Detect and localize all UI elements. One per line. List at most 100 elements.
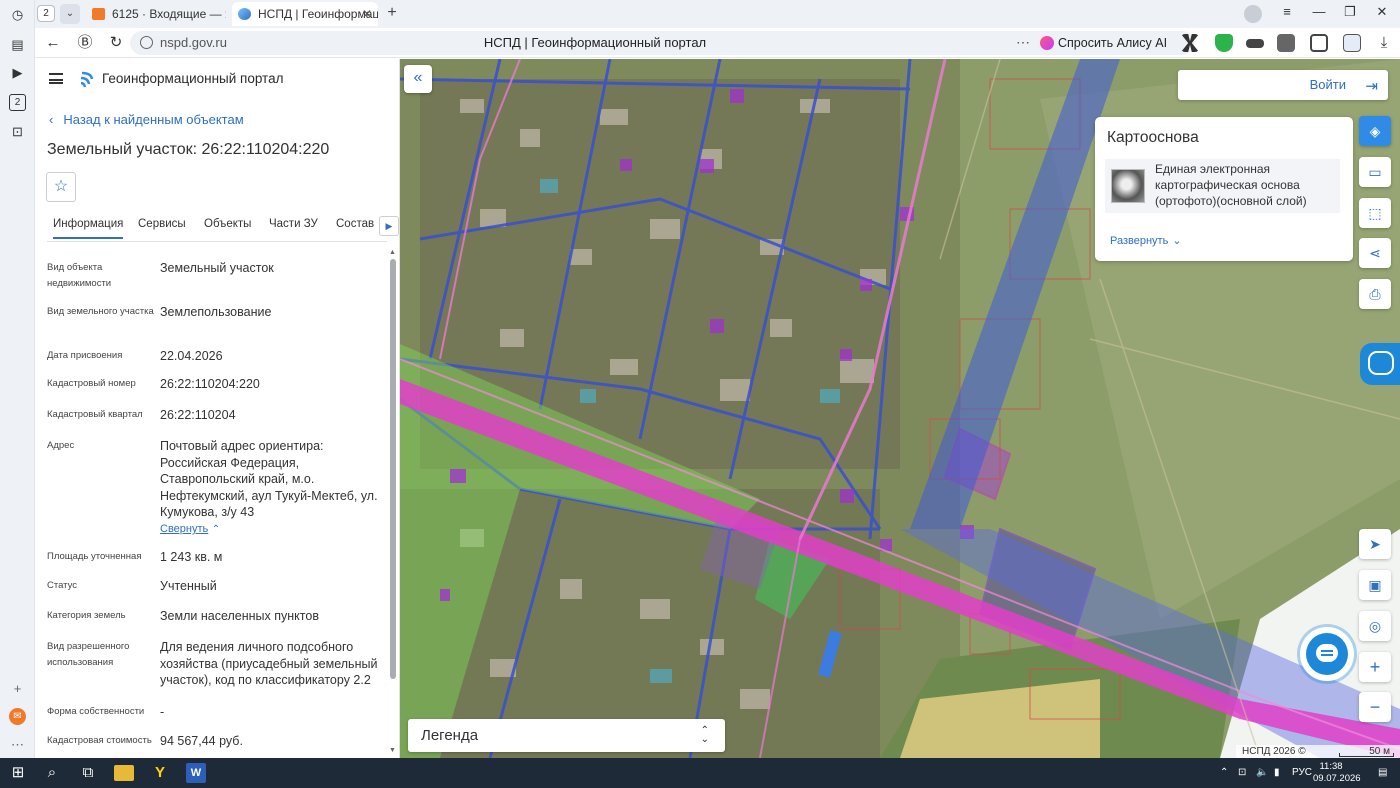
select-area-icon: ⬚ bbox=[1368, 205, 1382, 221]
search-icon[interactable]: ⌕ bbox=[42, 763, 62, 783]
legend-label: Легенда bbox=[421, 727, 479, 744]
tab-title: НСПД | Геоинформационный bbox=[258, 7, 378, 21]
browser-sidebar: ◷ ▤ ▶ 2 ⊡ + ✉ ⋯ bbox=[0, 0, 35, 758]
menu-icon[interactable]: ≡ bbox=[1277, 4, 1297, 19]
volume-icon[interactable]: 🔈 bbox=[1256, 758, 1268, 788]
share-button[interactable]: ⋖ bbox=[1359, 238, 1391, 268]
more-actions-icon[interactable]: ⋯ bbox=[1016, 31, 1030, 53]
basemap-thumbnail bbox=[1111, 169, 1145, 203]
network-icon[interactable]: ▮ bbox=[1274, 758, 1280, 788]
chat-button[interactable] bbox=[1300, 627, 1354, 681]
tab-services[interactable]: Сервисы bbox=[138, 218, 186, 230]
tab-parts[interactable]: Части ЗУ bbox=[269, 218, 318, 230]
tab-dropdown-icon[interactable]: ⌄ bbox=[60, 4, 80, 24]
notifications-icon[interactable]: ▤ bbox=[1378, 758, 1387, 788]
screenshot-icon[interactable]: ⊡ bbox=[9, 123, 26, 140]
extension-icon[interactable] bbox=[1310, 34, 1328, 52]
login-button[interactable]: Войти ⇥ bbox=[1178, 70, 1388, 100]
alice-icon bbox=[1040, 36, 1054, 50]
chevron-up-icon: ⌃ bbox=[211, 524, 221, 535]
scrollbar-thumb[interactable] bbox=[390, 259, 396, 679]
extension-icon[interactable] bbox=[1246, 39, 1264, 48]
back-link-label: Назад к найденным объектам bbox=[63, 112, 244, 127]
attribute-value: - bbox=[160, 705, 165, 719]
collapse-address-link[interactable]: Свернуть ⌃ bbox=[160, 520, 385, 539]
tab-count-icon[interactable]: 2 bbox=[9, 94, 26, 111]
minimap-button[interactable]: ▣ bbox=[1359, 570, 1391, 600]
windows-start-icon[interactable]: ⊞ bbox=[8, 763, 28, 783]
tab-nspd[interactable]: НСПД | Геоинформационный ✕ bbox=[232, 2, 378, 26]
downloads-icon[interactable]: ⤓ bbox=[1375, 34, 1393, 52]
mail-icon[interactable]: ✉ bbox=[9, 708, 26, 725]
locate-button[interactable]: ➤ bbox=[1359, 529, 1391, 559]
basemap-item-label: Единая электронная картографическая осно… bbox=[1155, 162, 1307, 208]
zoom-out-button[interactable]: − bbox=[1359, 692, 1391, 722]
more-icon[interactable]: ⋯ bbox=[9, 736, 26, 753]
restore-icon[interactable]: ❐ bbox=[1340, 4, 1360, 20]
minimize-icon[interactable]: — bbox=[1309, 4, 1329, 19]
legend-dropdown[interactable]: Легенда ⌃ ⌄ bbox=[408, 719, 725, 752]
attribute-value: 94 567,44 руб. bbox=[160, 734, 243, 748]
yandex-browser-icon[interactable]: Y bbox=[150, 763, 170, 783]
zoom-in-button[interactable]: + bbox=[1359, 652, 1391, 682]
expand-basemaps-link[interactable]: Развернуть ⌄ bbox=[1110, 234, 1182, 247]
reload-icon[interactable]: ↻ bbox=[106, 33, 126, 53]
ask-alice-button[interactable]: Спросить Алису AI bbox=[1034, 31, 1194, 55]
shield-icon[interactable] bbox=[1215, 34, 1233, 52]
play-icon[interactable]: ▶ bbox=[9, 64, 26, 81]
word-icon[interactable]: W bbox=[186, 763, 206, 783]
profile-icon[interactable] bbox=[1244, 5, 1262, 23]
language-indicator[interactable]: РУС bbox=[1292, 758, 1312, 788]
add-icon[interactable]: + bbox=[9, 680, 26, 697]
close-window-icon[interactable]: ✕ bbox=[1372, 4, 1392, 20]
tray-icon[interactable]: ⊡ bbox=[1238, 758, 1246, 788]
portal-name: Геоинформационный портал bbox=[102, 71, 284, 86]
zoom-in-icon: + bbox=[1369, 657, 1381, 677]
geolocation-button[interactable]: ◎ bbox=[1359, 611, 1391, 641]
new-tab-icon[interactable]: + bbox=[382, 3, 402, 23]
map-view[interactable]: « Войти ⇥ Картооснова Единая электронная… bbox=[400, 59, 1400, 758]
attribute-value: Для ведения личного подсобного хозяйства… bbox=[160, 640, 378, 687]
ruler-button[interactable]: ▭ bbox=[1359, 157, 1391, 187]
back-icon[interactable]: ← bbox=[43, 33, 63, 53]
tab-objects[interactable]: Объекты bbox=[204, 218, 251, 230]
favorite-button[interactable]: ☆ bbox=[46, 172, 76, 202]
back-to-results-link[interactable]: ‹ Назад к найденным объектам bbox=[49, 112, 244, 127]
portal-logo-icon bbox=[80, 71, 94, 88]
attribute-label: Адрес bbox=[47, 440, 75, 451]
file-explorer-icon[interactable] bbox=[114, 765, 134, 781]
attribute-label: Кадастровый квартал bbox=[47, 409, 143, 420]
tabs-scroll-right-icon[interactable]: ▶ bbox=[379, 216, 399, 236]
extension-icon[interactable] bbox=[1343, 34, 1361, 52]
close-tab-icon[interactable]: ✕ bbox=[362, 2, 372, 26]
tab-information[interactable]: Информация bbox=[53, 218, 124, 239]
print-button[interactable]: ⎙ bbox=[1359, 279, 1391, 309]
collections-icon[interactable]: ▤ bbox=[9, 36, 26, 53]
attribute-label: Статус bbox=[47, 580, 78, 591]
tray-chevron-icon[interactable]: ⌃ bbox=[1220, 758, 1228, 788]
attribute-value: Почтовый адрес ориентира: Российская Фед… bbox=[160, 439, 378, 519]
attribute-value: Земли населенных пунктов bbox=[160, 609, 319, 623]
history-icon[interactable]: ◷ bbox=[9, 6, 26, 23]
zoom-out-icon: − bbox=[1369, 697, 1381, 717]
scroll-up-icon[interactable]: ▲ bbox=[389, 249, 396, 256]
hamburger-icon[interactable] bbox=[49, 73, 63, 84]
layers-button[interactable]: ◈ bbox=[1359, 116, 1391, 146]
attribute-value: 26:22:110204:220 bbox=[160, 377, 260, 391]
attribute-value: Землепользование bbox=[160, 305, 272, 319]
clock[interactable]: 11:38 09.07.2026 bbox=[1313, 761, 1361, 785]
panel-scrollbar[interactable]: ▲ ▼ bbox=[389, 249, 397, 754]
attribute-label: Вид объекта недвижимости bbox=[47, 262, 112, 289]
tab-mail[interactable]: 6125 · Входящие — Яндекс bbox=[86, 2, 226, 26]
task-view-icon[interactable]: ⧉ bbox=[78, 763, 98, 783]
reader-icon[interactable]: Ⓑ bbox=[75, 33, 95, 53]
collapse-panel-button[interactable]: « bbox=[404, 65, 432, 93]
select-area-button[interactable]: ⬚ bbox=[1359, 198, 1391, 228]
omnibox[interactable]: nspd.gov.ru НСПД | Геоинформационный пор… bbox=[130, 31, 1060, 55]
tab-count[interactable]: 2 bbox=[37, 5, 55, 22]
scroll-down-icon[interactable]: ▼ bbox=[389, 747, 396, 754]
extension-icon[interactable] bbox=[1277, 34, 1295, 52]
basemap-item[interactable]: Единая электронная картографическая осно… bbox=[1105, 159, 1340, 213]
assistant-badge[interactable] bbox=[1360, 343, 1400, 385]
tab-composition[interactable]: Состав bbox=[336, 218, 376, 230]
